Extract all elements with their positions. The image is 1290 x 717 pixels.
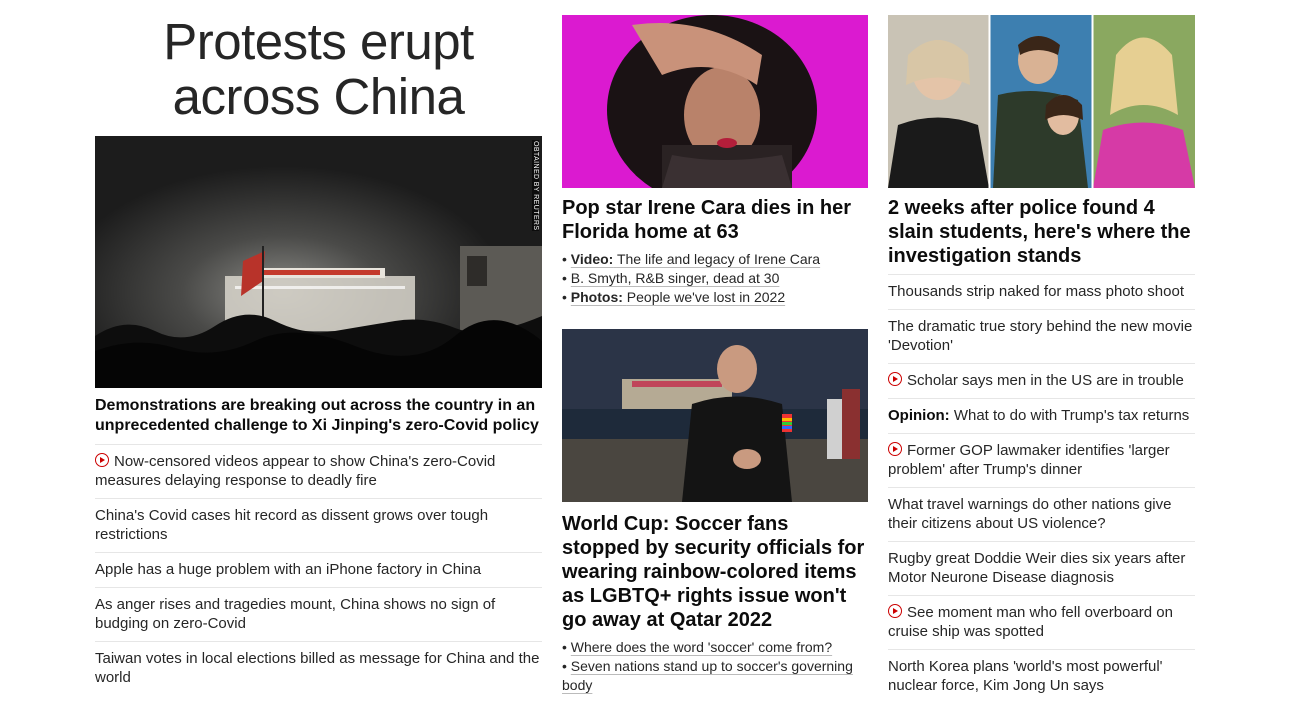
list-item[interactable]: Scholar says men in the US are in troubl… [888,363,1195,398]
lead-related-links: Now-censored videos appear to show China… [95,444,542,695]
students-collage-photo [888,15,1195,188]
irene-cara-sublinks: • Video: The life and legacy of Irene Ca… [562,250,868,307]
play-video-icon [888,604,902,618]
world-cup-image[interactable] [562,329,868,502]
play-video-icon [95,453,109,467]
lead-story-description[interactable]: Demonstrations are breaking out across t… [95,396,542,436]
list-item[interactable]: North Korea plans 'world's most powerful… [888,649,1195,703]
list-item[interactable]: Former GOP lawmaker identifies 'larger p… [888,433,1195,487]
list-item[interactable]: • Where does the word 'soccer' come from… [562,638,868,657]
right-column: 2 weeks after police found 4 slain stude… [888,0,1195,703]
list-item[interactable]: China's Covid cases hit record as dissen… [95,498,542,552]
list-item[interactable]: Now-censored videos appear to show China… [95,444,542,498]
world-cup-fan-photo [562,329,868,502]
lead-story-column: Protests erupt across China OBTAINED BY … [95,0,542,695]
list-item[interactable]: • Video: The life and legacy of Irene Ca… [562,250,868,269]
lead-story-image[interactable]: OBTAINED BY REUTERS [95,136,542,388]
students-image[interactable] [888,15,1195,188]
list-item[interactable]: Opinion: What to do with Trump's tax ret… [888,398,1195,433]
list-item[interactable]: • Seven nations stand up to soccer's gov… [562,657,868,695]
world-cup-headline[interactable]: World Cup: Soccer fans stopped by securi… [562,512,868,632]
play-video-icon [888,442,902,456]
photo-credit: OBTAINED BY REUTERS [532,140,539,232]
play-video-icon [888,372,902,386]
irene-cara-photo [562,15,868,188]
list-item[interactable]: See moment man who fell overboard on cru… [888,595,1195,649]
protest-night-photo [95,136,542,388]
list-item[interactable]: Thousands strip naked for mass photo sho… [888,274,1195,309]
irene-cara-image[interactable] [562,15,868,188]
world-cup-sublinks: • Where does the word 'soccer' come from… [562,638,868,695]
list-item[interactable]: The dramatic true story behind the new m… [888,309,1195,363]
middle-column: Pop star Irene Cara dies in her Florida … [562,0,868,695]
list-item[interactable]: Apple has a huge problem with an iPhone … [95,552,542,587]
students-headline[interactable]: 2 weeks after police found 4 slain stude… [888,196,1195,268]
list-item[interactable]: As anger rises and tragedies mount, Chin… [95,587,542,641]
list-item[interactable]: What travel warnings do other nations gi… [888,487,1195,541]
list-item[interactable]: • B. Smyth, R&B singer, dead at 30 [562,269,868,288]
list-item[interactable]: • Photos: People we've lost in 2022 [562,288,868,307]
list-item[interactable]: Rugby great Doddie Weir dies six years a… [888,541,1195,595]
irene-cara-headline[interactable]: Pop star Irene Cara dies in her Florida … [562,196,868,244]
list-item[interactable]: Taiwan votes in local elections billed a… [95,641,542,695]
right-column-links: Thousands strip naked for mass photo sho… [888,274,1195,703]
lead-story-title[interactable]: Protests erupt across China [95,14,542,124]
